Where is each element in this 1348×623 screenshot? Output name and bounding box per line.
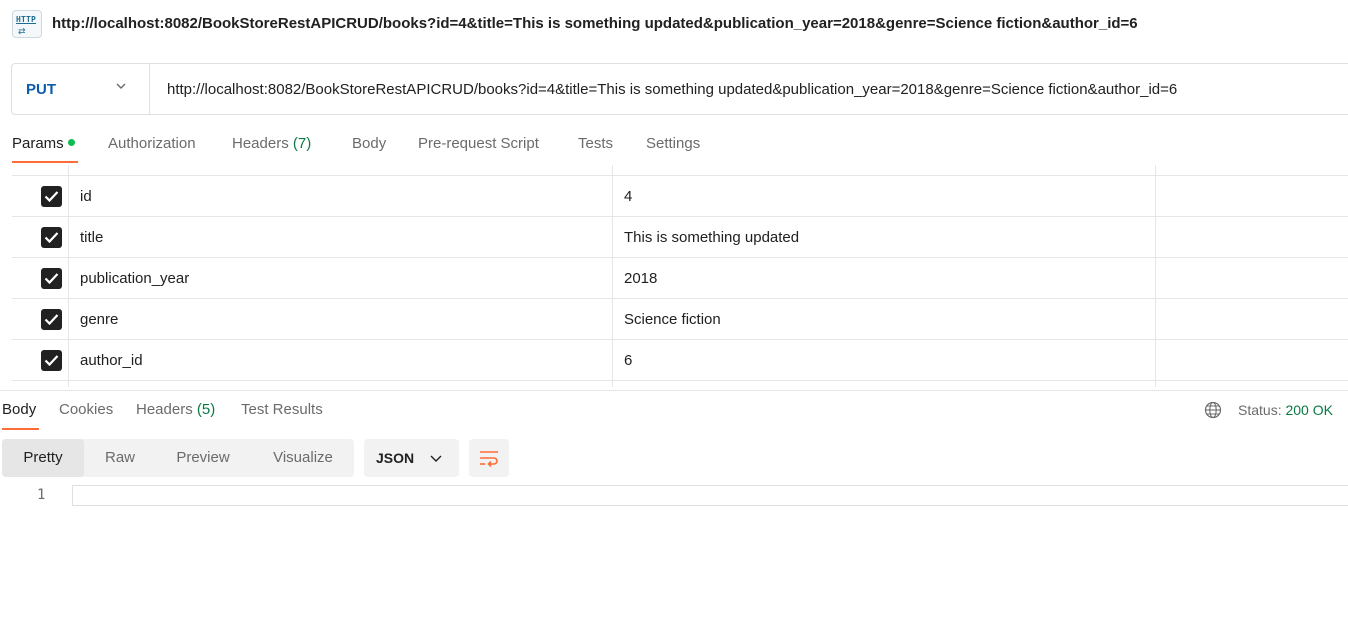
- format-label: JSON: [376, 450, 415, 466]
- check-icon: [44, 273, 59, 285]
- params-table: id 4 title This is something updated pub…: [12, 165, 1348, 387]
- check-icon: [44, 232, 59, 244]
- view-mode-visualize[interactable]: Visualize: [258, 439, 348, 477]
- param-key-cell[interactable]: title: [69, 217, 613, 258]
- param-key-cell[interactable]: [69, 381, 613, 387]
- url-bar: PUT http://localhost:8082/BookStoreRestA…: [11, 63, 1348, 115]
- table-row: id 4: [12, 176, 1348, 217]
- chevron-down-icon: [430, 455, 442, 462]
- response-status[interactable]: Status: 200 OK: [1238, 402, 1333, 418]
- tab-body[interactable]: Body: [352, 135, 386, 152]
- param-key-cell[interactable]: genre: [69, 299, 613, 340]
- globe-icon[interactable]: [1204, 401, 1222, 419]
- method-select[interactable]: PUT: [12, 64, 150, 114]
- active-tab-indicator: [12, 161, 78, 163]
- request-name[interactable]: http://localhost:8082/BookStoreRestAPICR…: [52, 15, 1138, 32]
- response-tab-headers[interactable]: Headers (5): [136, 401, 215, 418]
- param-key-cell[interactable]: publication_year: [69, 258, 613, 299]
- chevron-down-icon: [116, 83, 126, 89]
- view-mode-segmented-control: Pretty Raw Preview Visualize: [2, 439, 354, 477]
- method-label: PUT: [26, 81, 56, 98]
- tab-settings[interactable]: Settings: [646, 135, 700, 152]
- table-row: title This is something updated: [12, 217, 1348, 258]
- response-tab-test-results[interactable]: Test Results: [241, 401, 323, 418]
- param-key-cell[interactable]: author_id: [69, 340, 613, 381]
- table-row: author_id 6: [12, 340, 1348, 381]
- http-file-icon: HTTP ⇄: [12, 10, 42, 38]
- param-checkbox[interactable]: [41, 350, 62, 371]
- param-description-cell[interactable]: [1156, 340, 1348, 381]
- table-row: genre Science fiction: [12, 299, 1348, 340]
- param-checkbox[interactable]: [41, 227, 62, 248]
- line-number: 1: [37, 487, 46, 503]
- param-value-cell[interactable]: 2018: [613, 258, 1156, 299]
- tab-tests[interactable]: Tests: [578, 135, 613, 152]
- param-description-cell[interactable]: [1156, 176, 1348, 217]
- format-select[interactable]: JSON: [364, 439, 459, 477]
- response-tab-cookies[interactable]: Cookies: [59, 401, 113, 418]
- status-badge: 200 OK: [1285, 402, 1333, 418]
- check-icon: [44, 314, 59, 326]
- tab-pre-request-script[interactable]: Pre-request Script: [418, 135, 539, 152]
- table-row-empty: [12, 381, 1348, 387]
- tab-headers[interactable]: Headers (7): [232, 135, 311, 152]
- param-description-cell[interactable]: [1156, 381, 1348, 387]
- param-value-cell[interactable]: [613, 381, 1156, 387]
- check-icon: [44, 191, 59, 203]
- param-key-cell[interactable]: id: [69, 176, 613, 217]
- wrap-lines-icon: [480, 451, 498, 467]
- param-description-cell[interactable]: [1156, 217, 1348, 258]
- param-checkbox[interactable]: [41, 309, 62, 330]
- param-value-cell[interactable]: This is something updated: [613, 217, 1156, 258]
- view-mode-raw[interactable]: Raw: [88, 439, 152, 477]
- response-editor-line[interactable]: [72, 485, 1348, 506]
- params-active-dot: [67, 139, 75, 146]
- table-row: publication_year 2018: [12, 258, 1348, 299]
- param-value-cell[interactable]: 6: [613, 340, 1156, 381]
- url-input[interactable]: http://localhost:8082/BookStoreRestAPICR…: [167, 81, 1177, 98]
- table-row-partial: [12, 165, 1348, 176]
- response-tabs: Body Cookies Headers (5) Test Results St…: [0, 390, 1348, 430]
- param-description-cell[interactable]: [1156, 258, 1348, 299]
- wrap-lines-button[interactable]: [469, 439, 509, 477]
- param-description-cell[interactable]: [1156, 299, 1348, 340]
- request-tabs: Params Authorization Headers (7) Body Pr…: [0, 128, 1348, 164]
- param-checkbox[interactable]: [41, 186, 62, 207]
- check-icon: [44, 355, 59, 367]
- response-tab-body[interactable]: Body: [2, 401, 36, 418]
- param-value-cell[interactable]: Science fiction: [613, 299, 1156, 340]
- active-response-tab-indicator: [2, 428, 39, 430]
- request-title-bar: HTTP ⇄ http://localhost:8082/BookStoreRe…: [0, 0, 1348, 50]
- param-value-cell[interactable]: 4: [613, 176, 1156, 217]
- param-checkbox[interactable]: [41, 268, 62, 289]
- view-mode-preview[interactable]: Preview: [162, 439, 244, 477]
- tab-authorization[interactable]: Authorization: [108, 135, 196, 152]
- tab-params[interactable]: Params: [12, 135, 75, 152]
- view-mode-pretty[interactable]: Pretty: [2, 439, 84, 477]
